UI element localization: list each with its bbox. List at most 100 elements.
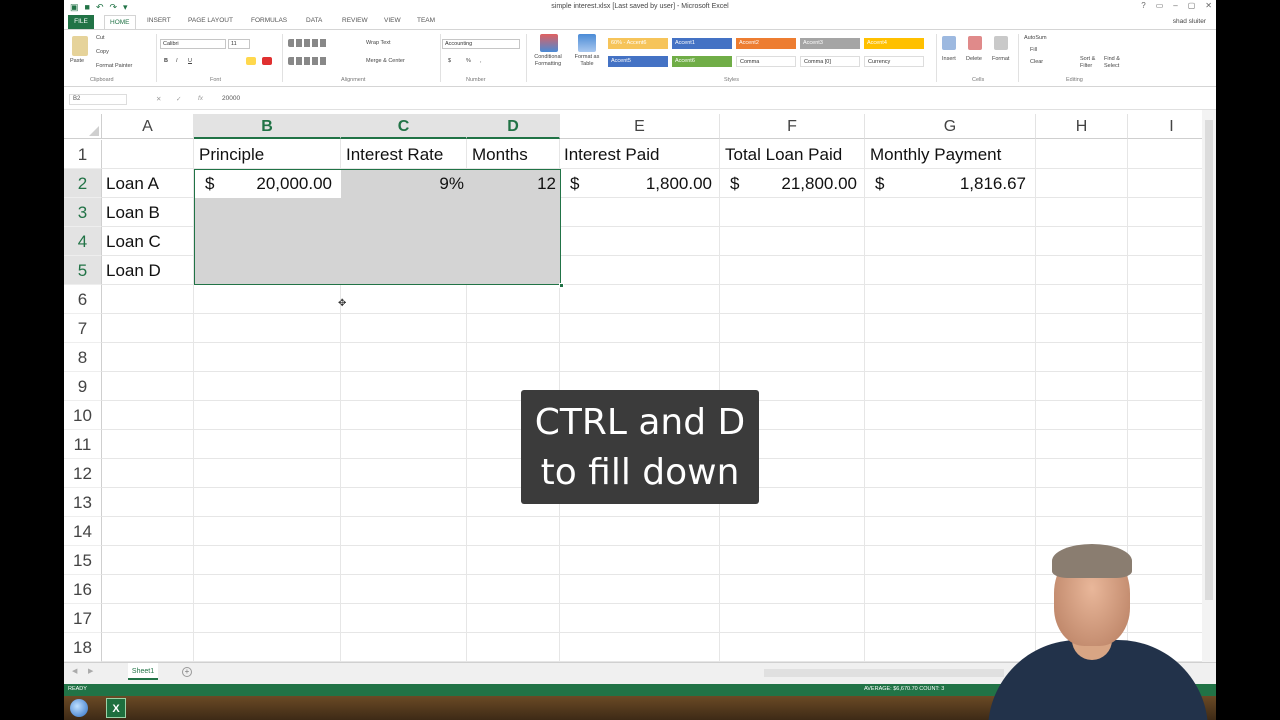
cell-E1[interactable]: Interest Paid	[564, 140, 659, 169]
column-header-F[interactable]: F	[720, 114, 865, 139]
paste-icon[interactable]	[72, 36, 88, 56]
delete-cells-button[interactable]: Delete	[966, 56, 982, 62]
row-header-16[interactable]: 16	[64, 575, 102, 604]
delete-cells-icon[interactable]	[968, 36, 982, 50]
format-painter-button[interactable]: Format Painter	[96, 63, 132, 69]
user-name[interactable]: shad sluiter	[1173, 18, 1206, 25]
fill-handle[interactable]	[559, 283, 564, 288]
cell-D1[interactable]: Months	[472, 140, 528, 169]
cell-style-5[interactable]: Accent5	[608, 56, 668, 67]
row-header-3[interactable]: 3	[64, 198, 102, 227]
copy-button[interactable]: Copy	[96, 49, 109, 55]
cell-A3[interactable]: Loan B	[106, 198, 160, 227]
cell-style-9[interactable]: Currency	[864, 56, 924, 67]
row-header-17[interactable]: 17	[64, 604, 102, 633]
tab-page-layout[interactable]: PAGE LAYOUT	[188, 17, 233, 24]
row-header-8[interactable]: 8	[64, 343, 102, 372]
row-header-13[interactable]: 13	[64, 488, 102, 517]
format-as-table-button[interactable]: Format as Table	[570, 54, 604, 68]
cell-B1[interactable]: Principle	[199, 140, 264, 169]
tab-formulas[interactable]: FORMULAS	[251, 17, 287, 24]
column-header-G[interactable]: G	[865, 114, 1036, 139]
italic-button[interactable]: I	[176, 58, 178, 64]
currency-button[interactable]: $	[448, 58, 451, 64]
row-header-9[interactable]: 9	[64, 372, 102, 401]
excel-taskbar-icon[interactable]: X	[106, 698, 126, 718]
insert-function-icon[interactable]: fx	[198, 95, 203, 102]
start-button-icon[interactable]	[70, 699, 88, 717]
cell-style-4[interactable]: Accent4	[864, 38, 924, 49]
tab-insert[interactable]: INSERT	[147, 17, 171, 24]
cancel-icon[interactable]: ✕	[156, 95, 161, 103]
cut-button[interactable]: Cut	[96, 35, 105, 41]
row-header-5[interactable]: 5	[64, 256, 102, 285]
cell-F2[interactable]: 21,800.00	[754, 169, 857, 198]
fill-color-icon[interactable]	[246, 57, 256, 65]
cell-style-2[interactable]: Accent2	[736, 38, 796, 49]
sheet-prev-icon[interactable]: ◀	[72, 667, 77, 675]
row-header-6[interactable]: 6	[64, 285, 102, 314]
find-select-button[interactable]: Find & Select	[1104, 56, 1128, 70]
format-cells-icon[interactable]	[994, 36, 1008, 50]
cell-style-0[interactable]: 60% - Accent6	[608, 38, 668, 49]
column-header-D[interactable]: D	[467, 114, 560, 139]
row-header-7[interactable]: 7	[64, 314, 102, 343]
tab-data[interactable]: DATA	[306, 17, 322, 24]
name-box[interactable]: B2	[69, 94, 127, 105]
cell-A5[interactable]: Loan D	[106, 256, 161, 285]
cell-style-6[interactable]: Accent6	[672, 56, 732, 67]
insert-cells-button[interactable]: Insert	[942, 56, 956, 62]
bold-button[interactable]: B	[164, 58, 168, 64]
column-header-C[interactable]: C	[341, 114, 467, 139]
tab-team[interactable]: TEAM	[417, 17, 435, 24]
clear-button[interactable]: Clear	[1030, 59, 1043, 65]
font-size-combo[interactable]: 11	[228, 39, 250, 49]
tab-view[interactable]: VIEW	[384, 17, 401, 24]
column-header-A[interactable]: A	[102, 114, 194, 139]
format-cells-button[interactable]: Format	[992, 56, 1009, 62]
cell-D2[interactable]: 12	[472, 169, 556, 198]
cell-style-8[interactable]: Comma [0]	[800, 56, 860, 67]
insert-cells-icon[interactable]	[942, 36, 956, 50]
help-icon[interactable]: ?	[1141, 1, 1145, 10]
wrap-text-button[interactable]: Wrap Text	[366, 40, 391, 46]
autosum-button[interactable]: AutoSum	[1024, 35, 1047, 41]
font-color-icon[interactable]	[262, 57, 272, 65]
column-header-H[interactable]: H	[1036, 114, 1128, 139]
row-header-14[interactable]: 14	[64, 517, 102, 546]
horizontal-align-icons[interactable]	[288, 57, 328, 65]
cell-G1[interactable]: Monthly Payment	[870, 140, 1001, 169]
percent-button[interactable]: %	[466, 58, 471, 64]
fill-button[interactable]: Fill	[1030, 47, 1037, 53]
ribbon-display-icon[interactable]: ▭	[1156, 1, 1164, 10]
minimize-icon[interactable]: –	[1173, 1, 1177, 10]
comma-button[interactable]: ,	[480, 58, 482, 64]
cell-F1[interactable]: Total Loan Paid	[725, 140, 842, 169]
conditional-formatting-button[interactable]: Conditional Formatting	[528, 54, 568, 68]
tab-home[interactable]: HOME	[104, 15, 136, 29]
select-all-button[interactable]	[64, 114, 102, 139]
vertical-scroll-thumb[interactable]	[1205, 120, 1213, 600]
cell-B2[interactable]: 20,000.00	[224, 169, 332, 198]
add-sheet-icon[interactable]: +	[182, 667, 192, 677]
column-header-E[interactable]: E	[560, 114, 720, 139]
row-header-10[interactable]: 10	[64, 401, 102, 430]
cell-E2[interactable]: 1,800.00	[604, 169, 712, 198]
cell-A2[interactable]: Loan A	[106, 169, 159, 198]
column-header-B[interactable]: B	[194, 114, 341, 139]
row-header-15[interactable]: 15	[64, 546, 102, 575]
underline-button[interactable]: U	[188, 58, 192, 64]
row-header-2[interactable]: 2	[64, 169, 102, 198]
enter-icon[interactable]: ✓	[176, 95, 181, 103]
format-as-table-icon[interactable]	[578, 34, 596, 52]
align-icons[interactable]	[288, 39, 328, 47]
paste-button[interactable]: Paste	[70, 58, 84, 64]
cell-style-1[interactable]: Accent1	[672, 38, 732, 49]
row-header-12[interactable]: 12	[64, 459, 102, 488]
row-header-4[interactable]: 4	[64, 227, 102, 256]
tab-review[interactable]: REVIEW	[342, 17, 368, 24]
close-icon[interactable]: ✕	[1205, 1, 1212, 10]
sheet-next-icon[interactable]: ▶	[88, 667, 93, 675]
cell-style-3[interactable]: Accent3	[800, 38, 860, 49]
row-header-11[interactable]: 11	[64, 430, 102, 459]
